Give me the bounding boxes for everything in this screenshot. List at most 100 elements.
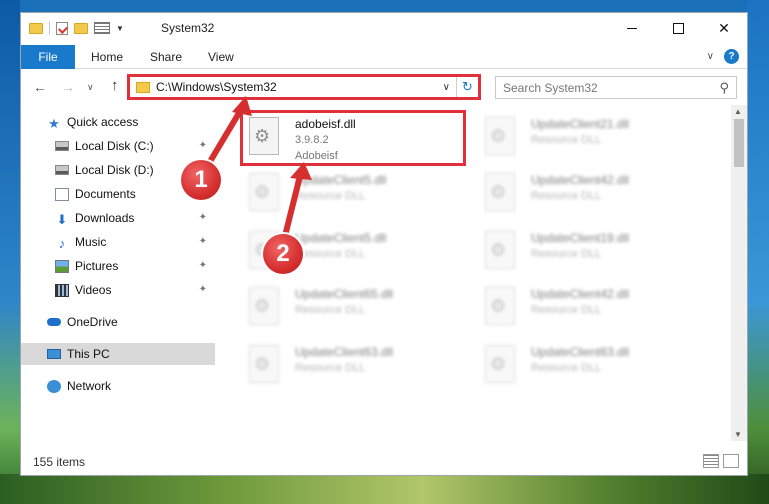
up-arrow-icon[interactable]: ↑ — [111, 77, 119, 94]
maximize-button[interactable] — [655, 13, 701, 43]
annotation-marker-2: 2 — [263, 234, 303, 274]
sidebar-item-label: Network — [67, 379, 112, 393]
pin-icon[interactable]: ✦ — [199, 284, 207, 295]
folder-icon — [29, 22, 43, 34]
search-placeholder: Search System32 — [503, 80, 598, 95]
file-name: UpdateClient65.dll — [295, 287, 394, 301]
view-options-icon[interactable] — [94, 22, 110, 34]
pictures-icon — [55, 259, 69, 273]
scroll-down-icon[interactable]: ▼ — [734, 430, 742, 439]
sidebar-item-label: Local Disk (C:) — [75, 139, 154, 153]
file-item[interactable]: UpdateClient5.dll Resource DLL — [241, 167, 471, 219]
drive-icon — [55, 165, 69, 175]
status-bar: 155 items — [21, 449, 747, 475]
vertical-scrollbar[interactable]: ▲ ▼ — [731, 105, 747, 441]
file-item[interactable]: UpdateClient21.dll Resource DLL — [477, 111, 707, 163]
sidebar-item-local-disk-c[interactable]: Local Disk (C:) ✦ — [21, 135, 215, 157]
properties-icon[interactable] — [56, 21, 68, 35]
annotation-marker-1: 1 — [181, 160, 221, 200]
close-button[interactable]: ✕ — [701, 13, 747, 43]
pc-icon — [47, 349, 61, 359]
dll-file-icon — [485, 345, 515, 383]
details-view-icon[interactable] — [703, 454, 719, 468]
file-name: UpdateClient19.dll — [531, 231, 630, 245]
music-icon: ♪ — [58, 235, 66, 251]
sidebar-item-quick-access[interactable]: ★ Quick access — [21, 111, 215, 133]
file-name: UpdateClient5.dll — [295, 173, 387, 187]
sidebar-item-this-pc[interactable]: This PC — [21, 343, 215, 365]
file-name: UpdateClient21.dll — [531, 117, 630, 131]
sidebar-item-music[interactable]: ♪ Music ✦ — [21, 231, 215, 253]
file-item[interactable]: UpdateClient19.dll Resource DLL — [477, 225, 707, 277]
scrollbar-thumb[interactable] — [734, 119, 744, 167]
sidebar-item-label: Local Disk (D:) — [75, 163, 154, 177]
file-item[interactable]: UpdateClient63.dll Resource DLL — [477, 339, 707, 391]
sidebar-item-label: Videos — [75, 283, 112, 297]
pin-icon[interactable]: ✦ — [199, 140, 207, 151]
sidebar-item-network[interactable]: Network — [21, 375, 215, 397]
dll-file-icon — [485, 117, 515, 155]
pin-icon[interactable]: ✦ — [199, 212, 207, 223]
minimize-button[interactable] — [609, 13, 655, 43]
address-path[interactable]: C:\Windows\System32 — [156, 80, 443, 94]
sidebar-item-videos[interactable]: Videos ✦ — [21, 279, 215, 301]
scroll-up-icon[interactable]: ▲ — [734, 107, 742, 116]
download-icon: ⬇ — [56, 211, 68, 227]
tab-share[interactable]: Share — [150, 50, 182, 64]
quick-access-toolbar: ▼ — [29, 21, 124, 35]
sidebar-item-label: Downloads — [75, 211, 135, 225]
file-type: Resource DLL — [531, 134, 602, 146]
help-icon[interactable]: ? — [724, 49, 739, 64]
address-bar[interactable]: C:\Windows\System32 ∨ ↻ — [127, 74, 481, 100]
toolbar-separator — [49, 21, 50, 35]
large-icons-view-icon[interactable] — [723, 454, 739, 468]
cloud-icon — [47, 318, 61, 326]
file-item[interactable]: UpdateClient42.dll Resource DLL — [477, 167, 707, 219]
videos-icon — [55, 283, 69, 297]
title-bar: ▼ System32 ✕ — [21, 13, 747, 45]
sidebar-item-label: Music — [75, 235, 107, 249]
sidebar-item-label: Quick access — [67, 115, 139, 129]
search-input[interactable]: Search System32 ⚲ — [495, 76, 737, 99]
file-name: UpdateClient63.dll — [531, 345, 630, 359]
sidebar-item-downloads[interactable]: ⬇ Downloads ✦ — [21, 207, 215, 229]
navigation-bar: ← → ∨ ↑ C:\Windows\System32 ∨ ↻ Search S… — [21, 69, 747, 105]
desktop-background-bottom — [0, 474, 769, 504]
file-item[interactable]: UpdateClient65.dll Resource DLL — [241, 281, 471, 333]
desktop-background-right — [747, 0, 769, 504]
navigation-pane: ★ Quick access Local Disk (C:) ✦ Local D… — [21, 105, 215, 441]
pin-icon[interactable]: ✦ — [199, 260, 207, 271]
new-folder-icon[interactable] — [74, 22, 88, 34]
sidebar-item-label: Documents — [75, 187, 136, 201]
dll-file-icon — [249, 173, 279, 211]
dll-file-icon — [485, 231, 515, 269]
sidebar-item-onedrive[interactable]: OneDrive — [21, 311, 215, 333]
view-toggle — [703, 454, 739, 468]
recent-locations-chevron-icon[interactable]: ∨ — [87, 82, 94, 93]
file-name: UpdateClient5.dll — [295, 231, 387, 245]
item-count: 155 items — [33, 455, 86, 469]
address-dropdown-chevron-icon[interactable]: ∨ — [443, 82, 450, 93]
file-type: Resource DLL — [531, 362, 602, 374]
refresh-icon[interactable]: ↻ — [456, 77, 478, 97]
chevron-down-icon[interactable]: ▼ — [116, 24, 124, 33]
sidebar-item-label: OneDrive — [67, 315, 118, 329]
file-type: Resource DLL — [295, 248, 366, 260]
forward-arrow-icon[interactable]: → — [61, 79, 75, 95]
file-name: UpdateClient63.dll — [295, 345, 394, 359]
expand-ribbon-chevron-icon[interactable]: ∨ — [707, 51, 714, 62]
dll-file-icon — [485, 287, 515, 325]
sidebar-item-pictures[interactable]: Pictures ✦ — [21, 255, 215, 277]
window-controls: ✕ — [609, 13, 747, 43]
dll-file-icon — [249, 287, 279, 325]
pin-icon[interactable]: ✦ — [199, 236, 207, 247]
tab-file[interactable]: File — [21, 45, 75, 69]
tab-view[interactable]: View — [208, 50, 234, 64]
file-item[interactable]: UpdateClient42.dll Resource DLL — [477, 281, 707, 333]
network-icon — [47, 379, 61, 393]
documents-icon — [55, 187, 69, 201]
file-item[interactable]: UpdateClient63.dll Resource DLL — [241, 339, 471, 391]
file-highlight-box — [240, 110, 466, 166]
back-arrow-icon[interactable]: ← — [33, 79, 47, 95]
tab-home[interactable]: Home — [91, 50, 123, 64]
